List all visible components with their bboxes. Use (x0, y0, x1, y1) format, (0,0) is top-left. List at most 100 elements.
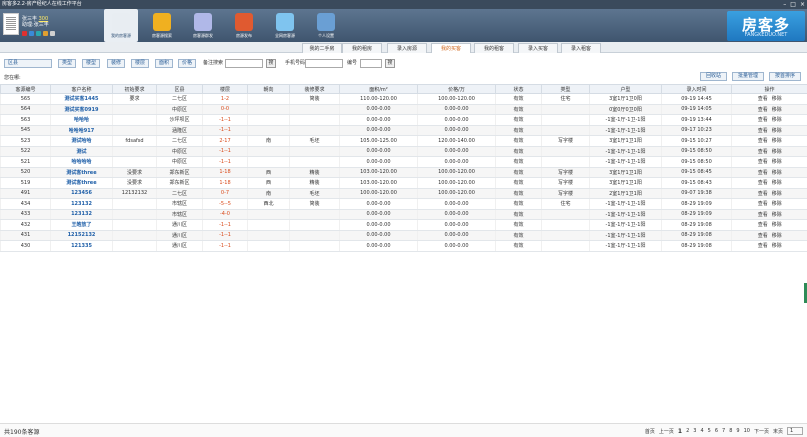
tab-0[interactable]: 我的二手房 (302, 43, 342, 53)
tab-6[interactable]: 录入租客 (561, 43, 601, 53)
remove-button[interactable]: 移除 (772, 149, 782, 155)
client-name-link[interactable]: 测试买客0919 (50, 104, 113, 115)
filter-decoration[interactable]: 装修 (107, 59, 125, 68)
view-button[interactable]: 查看 (758, 180, 768, 186)
remove-button[interactable]: 移除 (772, 128, 782, 134)
client-name-link[interactable]: 测试客three (50, 177, 113, 189)
page-link-10[interactable]: 10 (744, 428, 750, 434)
filter-type[interactable]: 类型 (58, 59, 76, 68)
tab-1[interactable]: 我的租房 (342, 43, 382, 53)
client-name-link[interactable]: 测试哈哈 (50, 135, 113, 147)
remove-button[interactable]: 移除 (772, 233, 782, 239)
recycle-bin-button[interactable]: 回收站 (699, 72, 727, 81)
page-link-3[interactable]: 3 (693, 428, 696, 434)
tab-4[interactable]: 我的租客 (474, 43, 514, 53)
remove-button[interactable]: 移除 (772, 222, 782, 228)
nav-button-2[interactable]: 房客源群发 (186, 9, 220, 42)
client-name-link[interactable]: 12152132 (50, 230, 113, 241)
filter-price[interactable]: 价格 (178, 59, 196, 68)
nav-button-0[interactable]: 我的房客源 (104, 9, 138, 42)
client-name-link[interactable]: 123132 (50, 209, 113, 220)
page-select[interactable]: 1 (787, 427, 803, 435)
tab-2[interactable]: 录入房源 (387, 43, 427, 53)
settings-icon[interactable] (50, 31, 55, 36)
edit-icon[interactable] (43, 31, 48, 36)
client-name-link[interactable]: 测试买客1445 (50, 93, 113, 105)
remove-button[interactable]: 移除 (772, 243, 782, 249)
client-name-link[interactable]: 王皓放了 (50, 219, 113, 231)
page-link-4[interactable]: 4 (700, 428, 703, 434)
view-button[interactable]: 查看 (758, 201, 768, 207)
last-page-link[interactable]: 末页 (773, 428, 783, 435)
filter-floor[interactable]: 楼层 (131, 59, 149, 68)
code-input[interactable] (360, 59, 382, 68)
view-button[interactable]: 查看 (758, 107, 768, 113)
filter-building-type[interactable]: 楼型 (82, 59, 100, 68)
client-name-link[interactable]: 121335 (50, 240, 113, 252)
remove-button[interactable]: 移除 (772, 138, 782, 144)
view-button[interactable]: 查看 (758, 170, 768, 176)
client-name-link[interactable]: 哈哈哈 (50, 114, 113, 126)
view-button[interactable]: 查看 (758, 191, 768, 197)
view-button[interactable]: 查看 (758, 149, 768, 155)
heart-icon[interactable] (22, 31, 27, 36)
page-link-2[interactable]: 2 (686, 428, 689, 434)
table-cell: -1室-1厅-1卫-1阳 (589, 219, 662, 231)
prev-page-link[interactable]: 上一页 (659, 428, 674, 435)
page-link-1[interactable]: 1 (678, 428, 682, 435)
remove-button[interactable]: 移除 (772, 170, 782, 176)
view-button[interactable]: 查看 (758, 212, 768, 218)
minimize-icon[interactable]: – (783, 0, 786, 9)
first-page-link[interactable]: 首页 (645, 428, 655, 435)
client-name-link[interactable]: 哈哈哈917 (50, 125, 113, 136)
view-button[interactable]: 查看 (758, 138, 768, 144)
filter-area[interactable]: 面积 (155, 59, 173, 68)
remove-button[interactable]: 移除 (772, 212, 782, 218)
nav-button-1[interactable]: 房客源搜索 (145, 9, 179, 42)
page-link-7[interactable]: 7 (722, 428, 725, 434)
table-cell: 有效 (495, 125, 542, 136)
client-name-link[interactable]: 测试 (50, 146, 113, 157)
note-search-input[interactable] (225, 59, 263, 68)
avatar[interactable] (3, 13, 19, 35)
page-link-5[interactable]: 5 (708, 428, 711, 434)
remove-button[interactable]: 移除 (772, 201, 782, 207)
close-icon[interactable]: × (800, 0, 805, 9)
nav-button-3[interactable]: 房源发布 (227, 9, 261, 42)
view-button[interactable]: 查看 (758, 159, 768, 165)
remove-button[interactable]: 移除 (772, 117, 782, 123)
gift-icon[interactable] (29, 31, 34, 36)
maximize-icon[interactable]: □ (790, 0, 796, 9)
view-button[interactable]: 查看 (758, 128, 768, 134)
view-button[interactable]: 查看 (758, 96, 768, 102)
sort-button[interactable]: 按首排序 (768, 72, 801, 81)
client-name-link[interactable]: 123132 (50, 198, 113, 210)
remove-button[interactable]: 移除 (772, 159, 782, 165)
remove-button[interactable]: 移除 (772, 96, 782, 102)
remove-button[interactable]: 移除 (772, 191, 782, 197)
filter-district[interactable]: 区县 (4, 59, 52, 68)
lock-icon[interactable] (36, 31, 41, 36)
page-link-9[interactable]: 9 (736, 428, 739, 434)
client-name-link[interactable]: 测试客three (50, 167, 113, 178)
tab-5[interactable]: 录入买客 (518, 43, 558, 53)
nav-button-5[interactable]: 个人设置 (309, 9, 343, 42)
phone-input[interactable] (305, 59, 343, 68)
view-button[interactable]: 查看 (758, 117, 768, 123)
remove-button[interactable]: 移除 (772, 107, 782, 113)
view-button[interactable]: 查看 (758, 233, 768, 239)
batch-manage-button[interactable]: 批量管理 (731, 72, 764, 81)
page-link-8[interactable]: 8 (729, 428, 732, 434)
client-name-link[interactable]: 123456 (50, 188, 113, 199)
nav-button-4[interactable]: 全网房客源 (268, 9, 302, 42)
remove-button[interactable]: 移除 (772, 180, 782, 186)
tab-3[interactable]: 我的买客 (431, 43, 471, 53)
client-name-link[interactable]: 哈哈哈哈 (50, 156, 113, 168)
code-search-button[interactable]: 搜 (385, 59, 395, 68)
next-page-link[interactable]: 下一页 (754, 428, 769, 435)
note-search-button[interactable]: 搜 (266, 59, 276, 68)
view-button[interactable]: 查看 (758, 243, 768, 249)
table-cell (247, 114, 290, 126)
view-button[interactable]: 查看 (758, 222, 768, 228)
page-link-6[interactable]: 6 (715, 428, 718, 434)
